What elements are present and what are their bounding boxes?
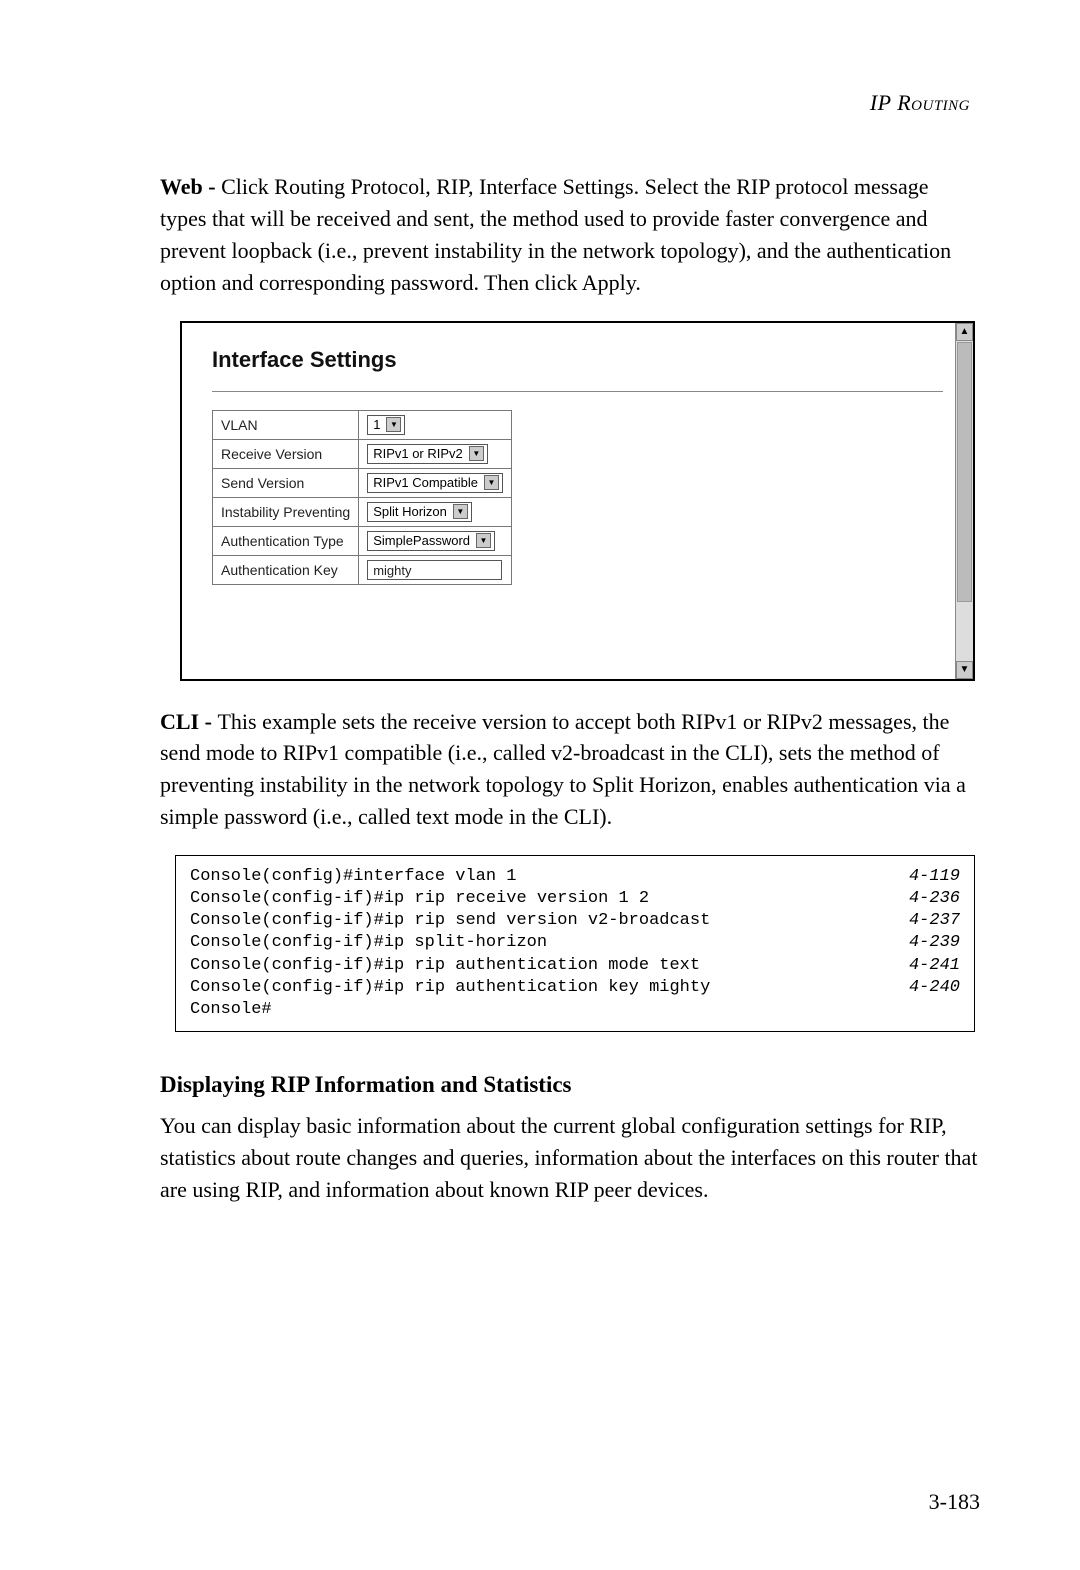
chevron-down-icon: ▼ [386, 417, 401, 432]
cli-line: Console(config-if)#ip rip authentication… [190, 955, 960, 977]
lead-web: Web - [160, 174, 221, 199]
label-vlan: VLAN [213, 410, 359, 439]
select-receive-version[interactable]: RIPv1 or RIPv2 ▼ [367, 444, 488, 464]
input-authentication-key[interactable]: mighty [367, 560, 502, 580]
label-authentication-key: Authentication Key [213, 555, 359, 584]
label-send-version: Send Version [213, 468, 359, 497]
section-heading: Displaying RIP Information and Statistic… [160, 1072, 980, 1098]
cli-line: Console(config-if)#ip rip send version v… [190, 910, 960, 932]
text-cli: This example sets the receive version to… [160, 709, 966, 830]
lead-cli: CLI - [160, 709, 217, 734]
select-authentication-type[interactable]: SimplePassword ▼ [367, 531, 495, 551]
select-send-version[interactable]: RIPv1 Compatible ▼ [367, 473, 503, 493]
paragraph-section: You can display basic information about … [160, 1110, 980, 1206]
chevron-down-icon: ▼ [469, 446, 484, 461]
cli-line: Console# [190, 999, 960, 1021]
cli-line: Console(config-if)#ip split-horizon4-239 [190, 932, 960, 954]
panel-scrollbar[interactable]: ▲ ▼ [955, 323, 973, 679]
row-authentication-key: Authentication Key mighty [213, 555, 512, 584]
chevron-down-icon: ▼ [484, 475, 499, 490]
cli-line: Console(config-if)#ip rip authentication… [190, 977, 960, 999]
panel-divider [212, 391, 943, 392]
chevron-down-icon: ▼ [453, 504, 468, 519]
label-instability-preventing: Instability Preventing [213, 497, 359, 526]
scroll-down-icon[interactable]: ▼ [956, 661, 973, 679]
cli-line: Console(config-if)#ip rip receive versio… [190, 888, 960, 910]
paragraph-web: Web - Click Routing Protocol, RIP, Inter… [160, 171, 980, 299]
cli-box: Console(config)#interface vlan 14-119 Co… [175, 855, 975, 1032]
scroll-up-icon[interactable]: ▲ [956, 323, 973, 341]
text-web: Click Routing Protocol, RIP, Interface S… [160, 174, 951, 295]
row-vlan: VLAN 1 ▼ [213, 410, 512, 439]
select-instability-preventing[interactable]: Split Horizon ▼ [367, 502, 472, 522]
row-receive-version: Receive Version RIPv1 or RIPv2 ▼ [213, 439, 512, 468]
label-authentication-type: Authentication Type [213, 526, 359, 555]
page-number: 3-183 [929, 1489, 980, 1515]
paragraph-cli: CLI - This example sets the receive vers… [160, 706, 980, 834]
select-vlan[interactable]: 1 ▼ [367, 415, 405, 435]
row-authentication-type: Authentication Type SimplePassword ▼ [213, 526, 512, 555]
scroll-thumb[interactable] [957, 342, 972, 602]
cli-line: Console(config)#interface vlan 14-119 [190, 866, 960, 888]
interface-settings-panel: Interface Settings VLAN 1 ▼ Receive Vers… [180, 321, 975, 681]
row-send-version: Send Version RIPv1 Compatible ▼ [213, 468, 512, 497]
chevron-down-icon: ▼ [476, 533, 491, 548]
label-receive-version: Receive Version [213, 439, 359, 468]
page-header: IP Routing [160, 90, 980, 116]
panel-title: Interface Settings [212, 347, 943, 373]
row-instability-preventing: Instability Preventing Split Horizon ▼ [213, 497, 512, 526]
settings-table: VLAN 1 ▼ Receive Version RIPv1 or RIPv2 … [212, 410, 512, 585]
